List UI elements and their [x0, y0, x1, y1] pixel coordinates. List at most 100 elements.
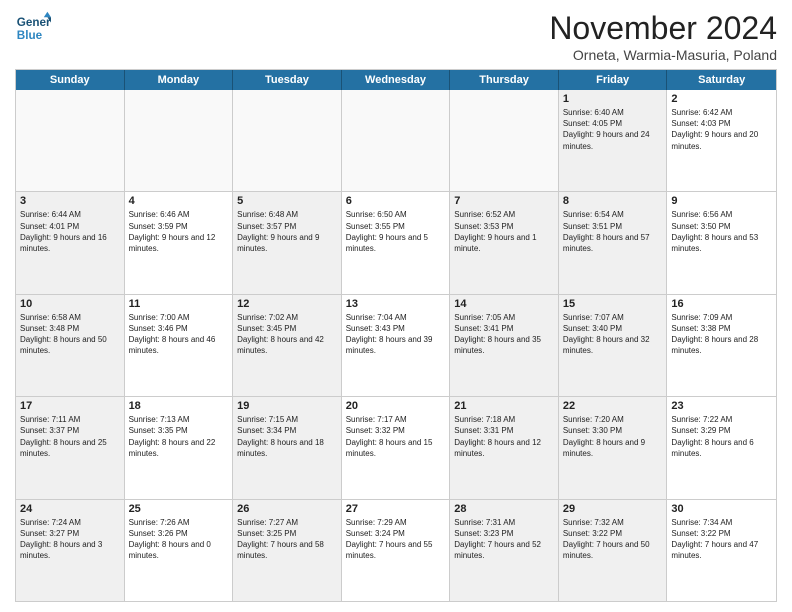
cell-info: Sunrise: 6:54 AM Sunset: 3:51 PM Dayligh… — [563, 209, 663, 254]
cell-info: Sunrise: 7:27 AM Sunset: 3:25 PM Dayligh… — [237, 517, 337, 562]
cell-info: Sunrise: 6:48 AM Sunset: 3:57 PM Dayligh… — [237, 209, 337, 254]
cell-info: Sunrise: 7:00 AM Sunset: 3:46 PM Dayligh… — [129, 312, 229, 357]
day-number: 28 — [454, 503, 554, 515]
cell-info: Sunrise: 7:11 AM Sunset: 3:37 PM Dayligh… — [20, 414, 120, 459]
weekday-header: Monday — [125, 70, 234, 90]
header: General Blue November 2024 Orneta, Warmi… — [15, 10, 777, 63]
weekday-header: Thursday — [450, 70, 559, 90]
day-number: 22 — [563, 400, 663, 412]
cell-info: Sunrise: 7:22 AM Sunset: 3:29 PM Dayligh… — [671, 414, 772, 459]
weekday-header: Friday — [559, 70, 668, 90]
cell-info: Sunrise: 6:40 AM Sunset: 4:05 PM Dayligh… — [563, 107, 663, 152]
subtitle: Orneta, Warmia-Masuria, Poland — [549, 47, 777, 63]
day-number: 30 — [671, 503, 772, 515]
cell-info: Sunrise: 7:04 AM Sunset: 3:43 PM Dayligh… — [346, 312, 446, 357]
cell-info: Sunrise: 7:17 AM Sunset: 3:32 PM Dayligh… — [346, 414, 446, 459]
day-number: 18 — [129, 400, 229, 412]
calendar-cell: 30Sunrise: 7:34 AM Sunset: 3:22 PM Dayli… — [667, 500, 776, 601]
cell-info: Sunrise: 7:31 AM Sunset: 3:23 PM Dayligh… — [454, 517, 554, 562]
cell-info: Sunrise: 7:24 AM Sunset: 3:27 PM Dayligh… — [20, 517, 120, 562]
weekday-header: Sunday — [16, 70, 125, 90]
day-number: 5 — [237, 195, 337, 207]
calendar-cell: 4 Sunrise: 6:46 AM Sunset: 3:59 PM Daylig… — [125, 192, 234, 293]
title-block: November 2024 Orneta, Warmia-Masuria, Po… — [549, 10, 777, 63]
calendar-cell: 25 Sunrise: 7:26 AM Sunset: 3:26 PM Dayli… — [125, 500, 234, 601]
cell-info: Sunrise: 7:09 AM Sunset: 3:38 PM Dayligh… — [671, 312, 772, 357]
calendar-cell: 6 Sunrise: 6:50 AM Sunset: 3:55 PM Daylig… — [342, 192, 451, 293]
day-number: 7 — [454, 195, 554, 207]
weekday-header: Wednesday — [342, 70, 451, 90]
svg-text:General: General — [17, 16, 51, 29]
calendar-cell — [16, 90, 125, 191]
cell-info: Sunrise: 7:32 AM Sunset: 3:22 PM Dayligh… — [563, 517, 663, 562]
day-number: 3 — [20, 195, 120, 207]
cell-info: Sunrise: 7:07 AM Sunset: 3:40 PM Dayligh… — [563, 312, 663, 357]
day-number: 1 — [563, 93, 663, 105]
day-number: 12 — [237, 298, 337, 310]
calendar-cell — [125, 90, 234, 191]
calendar-cell: 3 Sunrise: 6:44 AM Sunset: 4:01 PM Daylig… — [16, 192, 125, 293]
calendar-row: 3 Sunrise: 6:44 AM Sunset: 4:01 PM Daylig… — [16, 191, 776, 293]
day-number: 17 — [20, 400, 120, 412]
day-number: 27 — [346, 503, 446, 515]
cell-info: Sunrise: 7:02 AM Sunset: 3:45 PM Dayligh… — [237, 312, 337, 357]
day-number: 19 — [237, 400, 337, 412]
calendar-cell: 2Sunrise: 6:42 AM Sunset: 4:03 PM Daylig… — [667, 90, 776, 191]
day-number: 20 — [346, 400, 446, 412]
calendar-cell: 15Sunrise: 7:07 AM Sunset: 3:40 PM Dayli… — [559, 295, 668, 396]
calendar-cell: 14Sunrise: 7:05 AM Sunset: 3:41 PM Dayli… — [450, 295, 559, 396]
cell-info: Sunrise: 7:05 AM Sunset: 3:41 PM Dayligh… — [454, 312, 554, 357]
day-number: 23 — [671, 400, 772, 412]
logo: General Blue — [15, 10, 51, 46]
page: General Blue November 2024 Orneta, Warmi… — [0, 0, 792, 612]
month-title: November 2024 — [549, 10, 777, 47]
weekday-header: Saturday — [667, 70, 776, 90]
cell-info: Sunrise: 6:50 AM Sunset: 3:55 PM Dayligh… — [346, 209, 446, 254]
day-number: 8 — [563, 195, 663, 207]
cell-info: Sunrise: 6:44 AM Sunset: 4:01 PM Dayligh… — [20, 209, 120, 254]
cell-info: Sunrise: 6:42 AM Sunset: 4:03 PM Dayligh… — [671, 107, 772, 152]
calendar-cell: 27 Sunrise: 7:29 AM Sunset: 3:24 PM Dayli… — [342, 500, 451, 601]
cell-info: Sunrise: 7:13 AM Sunset: 3:35 PM Dayligh… — [129, 414, 229, 459]
calendar-cell: 23 Sunrise: 7:22 AM Sunset: 3:29 PM Dayli… — [667, 397, 776, 498]
logo-icon: General Blue — [15, 10, 51, 46]
calendar-cell: 24Sunrise: 7:24 AM Sunset: 3:27 PM Dayli… — [16, 500, 125, 601]
calendar-cell: 1 Sunrise: 6:40 AM Sunset: 4:05 PM Daylig… — [559, 90, 668, 191]
calendar-cell: 18 Sunrise: 7:13 AM Sunset: 3:35 PM Dayli… — [125, 397, 234, 498]
day-number: 9 — [671, 195, 772, 207]
cell-info: Sunrise: 6:46 AM Sunset: 3:59 PM Dayligh… — [129, 209, 229, 254]
calendar-cell: 13 Sunrise: 7:04 AM Sunset: 3:43 PM Dayli… — [342, 295, 451, 396]
weekday-header: Tuesday — [233, 70, 342, 90]
cell-info: Sunrise: 6:56 AM Sunset: 3:50 PM Dayligh… — [671, 209, 772, 254]
calendar-cell: 26Sunrise: 7:27 AM Sunset: 3:25 PM Dayli… — [233, 500, 342, 601]
calendar-cell: 8 Sunrise: 6:54 AM Sunset: 3:51 PM Daylig… — [559, 192, 668, 293]
calendar-cell: 19Sunrise: 7:15 AM Sunset: 3:34 PM Dayli… — [233, 397, 342, 498]
day-number: 6 — [346, 195, 446, 207]
calendar-row: 24Sunrise: 7:24 AM Sunset: 3:27 PM Dayli… — [16, 499, 776, 601]
calendar-row: 1 Sunrise: 6:40 AM Sunset: 4:05 PM Daylig… — [16, 90, 776, 191]
calendar-cell — [233, 90, 342, 191]
day-number: 25 — [129, 503, 229, 515]
calendar-cell: 5 Sunrise: 6:48 AM Sunset: 3:57 PM Daylig… — [233, 192, 342, 293]
cell-info: Sunrise: 7:20 AM Sunset: 3:30 PM Dayligh… — [563, 414, 663, 459]
calendar-cell: 9 Sunrise: 6:56 AM Sunset: 3:50 PM Daylig… — [667, 192, 776, 293]
calendar-cell — [450, 90, 559, 191]
cell-info: Sunrise: 7:26 AM Sunset: 3:26 PM Dayligh… — [129, 517, 229, 562]
day-number: 29 — [563, 503, 663, 515]
calendar-row: 10Sunrise: 6:58 AM Sunset: 3:48 PM Dayli… — [16, 294, 776, 396]
cell-info: Sunrise: 7:29 AM Sunset: 3:24 PM Dayligh… — [346, 517, 446, 562]
cell-info: Sunrise: 7:18 AM Sunset: 3:31 PM Dayligh… — [454, 414, 554, 459]
day-number: 13 — [346, 298, 446, 310]
calendar-header: SundayMondayTuesdayWednesdayThursdayFrid… — [16, 70, 776, 90]
calendar-cell: 10Sunrise: 6:58 AM Sunset: 3:48 PM Dayli… — [16, 295, 125, 396]
calendar-cell: 11 Sunrise: 7:00 AM Sunset: 3:46 PM Dayli… — [125, 295, 234, 396]
day-number: 10 — [20, 298, 120, 310]
day-number: 11 — [129, 298, 229, 310]
day-number: 4 — [129, 195, 229, 207]
day-number: 21 — [454, 400, 554, 412]
calendar-cell: 16Sunrise: 7:09 AM Sunset: 3:38 PM Dayli… — [667, 295, 776, 396]
calendar: SundayMondayTuesdayWednesdayThursdayFrid… — [15, 69, 777, 602]
calendar-cell: 7Sunrise: 6:52 AM Sunset: 3:53 PM Daylig… — [450, 192, 559, 293]
calendar-body: 1 Sunrise: 6:40 AM Sunset: 4:05 PM Daylig… — [16, 90, 776, 601]
calendar-cell: 12 Sunrise: 7:02 AM Sunset: 3:45 PM Dayli… — [233, 295, 342, 396]
